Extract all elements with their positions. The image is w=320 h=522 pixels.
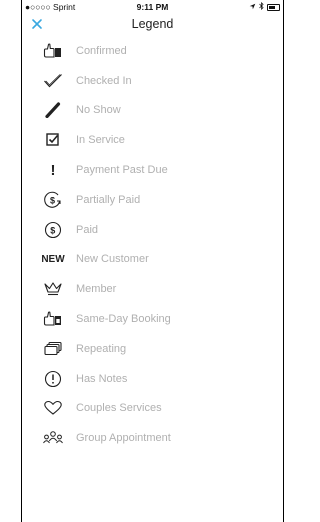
status-time: 9:11 PM: [136, 2, 169, 12]
legend-label: Couples Services: [76, 402, 162, 415]
legend-label: Has Notes: [76, 372, 128, 385]
crown-icon: [41, 279, 65, 299]
bluetooth-icon: [259, 1, 264, 12]
phone-screen: ●○○○○ Sprint 9:11 PM Legend Confirmed Ch…: [21, 0, 284, 522]
status-bar: ●○○○○ Sprint 9:11 PM: [22, 0, 283, 13]
thumbs-up-icon: [41, 41, 65, 61]
checkbox-icon: [41, 130, 65, 150]
legend-item-paid: $ Paid: [22, 215, 283, 245]
legend-label: Paid: [76, 223, 99, 236]
legend-item-has-notes: Has Notes: [22, 364, 283, 394]
legend-item-repeating: Repeating: [22, 334, 283, 364]
legend-item-partially-paid: $ Partially Paid: [22, 185, 283, 215]
legend-item-confirmed: Confirmed: [22, 36, 283, 66]
slash-icon: [41, 100, 65, 120]
partial-dollar-icon: $: [41, 190, 65, 210]
legend-item-no-show: No Show: [22, 96, 283, 126]
legend-label: Checked In: [76, 74, 132, 87]
stacked-cards-icon: [41, 339, 65, 359]
legend-label: New Customer: [76, 253, 149, 266]
new-badge-text: NEW: [41, 253, 65, 265]
location-arrow-icon: [249, 2, 256, 12]
legend-item-member: Member: [22, 274, 283, 304]
legend-label: Group Appointment: [76, 432, 171, 445]
battery-icon: [267, 3, 280, 11]
same-day-thumbs-icon: [41, 309, 65, 329]
exclamation-icon: !: [50, 161, 56, 179]
legend-list: Confirmed Checked In No Show In Service …: [22, 36, 283, 453]
legend-label: Partially Paid: [76, 193, 141, 206]
legend-item-new-customer: NEW New Customer: [22, 245, 283, 275]
nav-bar: Legend: [22, 13, 283, 36]
legend-label: Confirmed: [76, 44, 127, 57]
legend-label: No Show: [76, 104, 121, 117]
svg-text:$: $: [50, 195, 55, 205]
legend-item-payment-past-due: ! Payment Past Due: [22, 155, 283, 185]
legend-label: In Service: [76, 134, 125, 147]
group-people-icon: [41, 428, 65, 448]
new-badge-icon: NEW: [41, 249, 65, 269]
legend-label: Member: [76, 283, 117, 296]
legend-item-couples-services: Couples Services: [22, 394, 283, 424]
heart-icon: [41, 398, 65, 418]
legend-item-in-service: In Service: [22, 125, 283, 155]
status-indicators: [249, 1, 280, 12]
svg-text:$: $: [50, 225, 55, 235]
legend-item-same-day-booking: Same-Day Booking: [22, 304, 283, 334]
legend-label: Payment Past Due: [76, 164, 168, 177]
dollar-circle-icon: $: [41, 220, 65, 240]
legend-label: Repeating: [76, 342, 127, 355]
page-title: Legend: [131, 17, 174, 31]
checkmark-icon: [41, 71, 65, 91]
legend-item-checked-in: Checked In: [22, 66, 283, 96]
legend-item-group-appointment: Group Appointment: [22, 423, 283, 453]
notes-alert-icon: [41, 369, 65, 389]
legend-label: Same-Day Booking: [76, 313, 171, 326]
